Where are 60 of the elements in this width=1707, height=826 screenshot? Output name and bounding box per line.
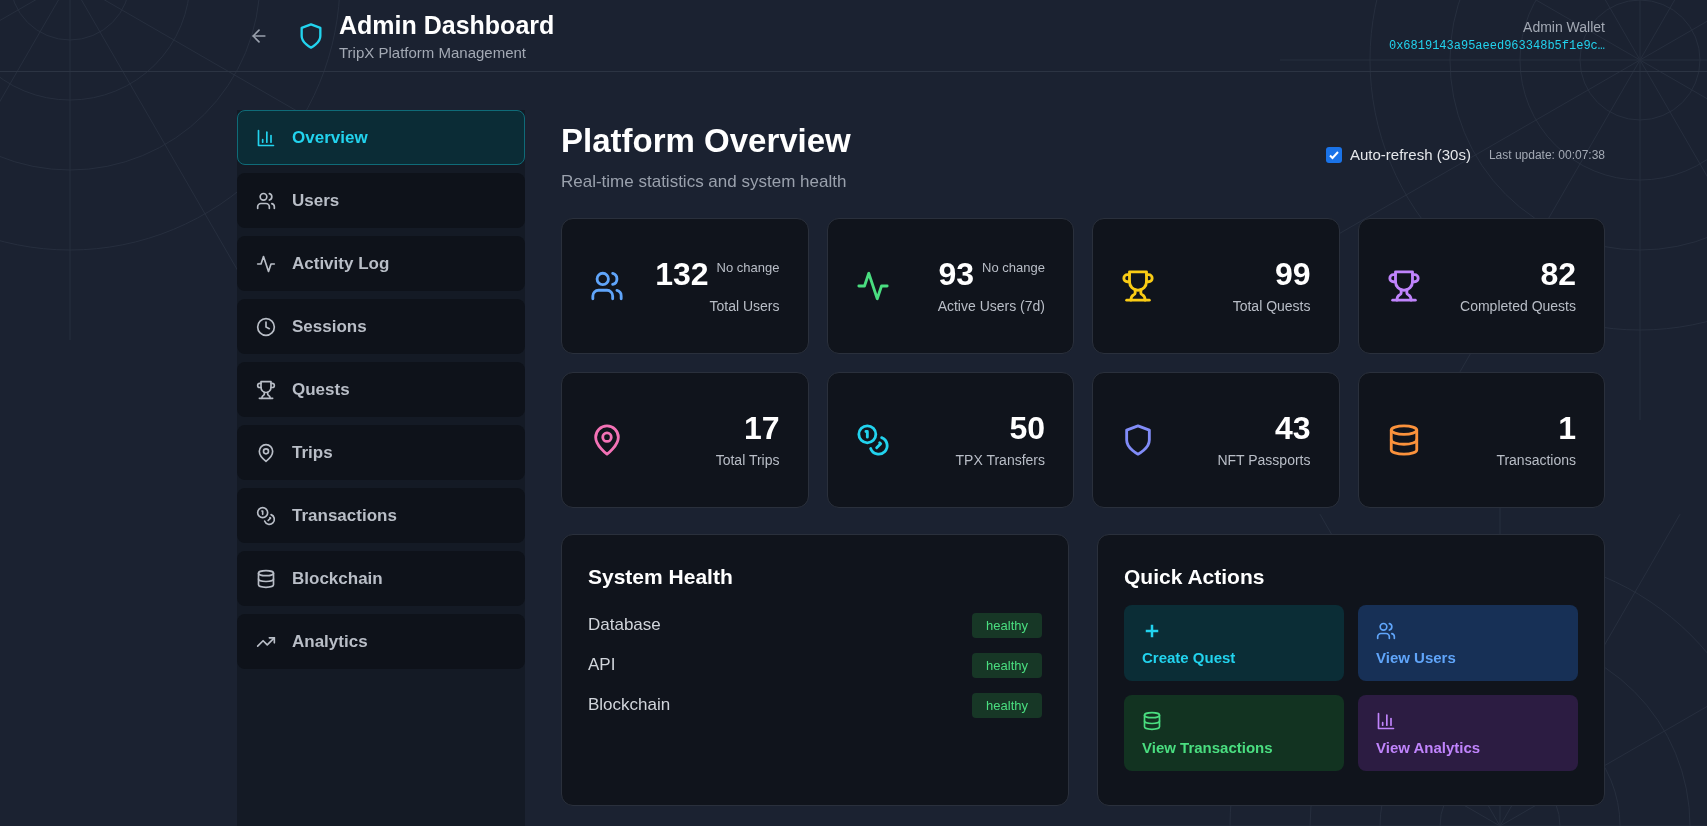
stat-change: No change [982, 260, 1045, 275]
stat-label: NFT Passports [1217, 452, 1311, 468]
trophy-icon [256, 379, 276, 400]
coins-icon [855, 423, 890, 457]
service-name: API [588, 655, 616, 675]
trophy-icon [1121, 269, 1155, 303]
stat-value: 17 [743, 412, 780, 444]
stat-value: 82 [1540, 258, 1576, 290]
stat-value: 1 [1558, 412, 1576, 444]
last-update-text: Last update: 00:07:38 [1488, 147, 1605, 162]
trophy-icon [1386, 269, 1421, 303]
stat-change: No change [716, 260, 780, 275]
status-badge: healthy [972, 692, 1042, 718]
sidebar-item[interactable]: Users [237, 173, 525, 228]
quick-action-button[interactable]: View Users [1358, 605, 1578, 681]
map-pin-icon [256, 442, 276, 463]
status-badge: healthy [972, 652, 1042, 678]
page-subtitle: Real-time statistics and system health [561, 172, 848, 192]
app-title: Admin Dashboard [339, 10, 555, 40]
coins-icon [256, 505, 276, 526]
stat-value: 93 [938, 258, 975, 290]
stat-value: 99 [1274, 258, 1311, 290]
pulse-icon [855, 269, 890, 303]
sidebar-item[interactable]: Analytics [237, 614, 525, 669]
users-icon [256, 190, 276, 211]
quick-action-button[interactable]: View Transactions [1124, 695, 1344, 771]
sidebar-item[interactable]: Blockchain [237, 551, 525, 606]
sidebar-item[interactable]: Overview [237, 110, 525, 165]
sidebar-item[interactable]: Trips [237, 425, 525, 480]
stat-label: Active Users (7d) [937, 298, 1045, 314]
status-badge: healthy [972, 612, 1042, 638]
wallet-label: Admin Wallet [1523, 18, 1605, 35]
app-subtitle: TripX Platform Management [339, 43, 528, 61]
database-icon [256, 568, 276, 589]
stat-value: 43 [1274, 412, 1311, 444]
stat-label: Total Trips [715, 452, 780, 468]
auto-refresh-checkbox[interactable]: Auto-refresh (30s) [1326, 146, 1471, 163]
stat-value: 50 [1009, 412, 1045, 444]
stat-label: Total Quests [1232, 298, 1311, 314]
bar-chart-icon [256, 127, 276, 148]
pulse-icon [256, 253, 276, 274]
sidebar-item[interactable]: Sessions [237, 299, 525, 354]
quick-action-button[interactable]: View Analytics [1358, 695, 1578, 771]
panel-title: System Health [588, 565, 734, 589]
sidebar-item[interactable]: Transactions [237, 488, 525, 543]
users-icon [590, 269, 624, 303]
service-name: Database [588, 615, 661, 635]
stat-value: 132 [655, 258, 709, 290]
stat-label: Completed Quests [1460, 298, 1576, 314]
sidebar-item[interactable]: Quests [237, 362, 525, 417]
panel-title: Quick Actions [1124, 565, 1266, 589]
service-name: Blockchain [588, 695, 671, 715]
wallet-address: 0x6819143a95aeed963348b5f1e9c… [1388, 38, 1605, 53]
page-title: Platform Overview [561, 122, 851, 160]
stat-label: TPX Transfers [955, 452, 1045, 468]
sidebar-item[interactable]: Activity Log [237, 236, 525, 291]
quick-action-button[interactable]: Create Quest [1124, 605, 1344, 681]
clock-icon [256, 316, 276, 337]
stat-label: Total Users [709, 298, 780, 314]
stat-label: Transactions [1496, 452, 1576, 468]
